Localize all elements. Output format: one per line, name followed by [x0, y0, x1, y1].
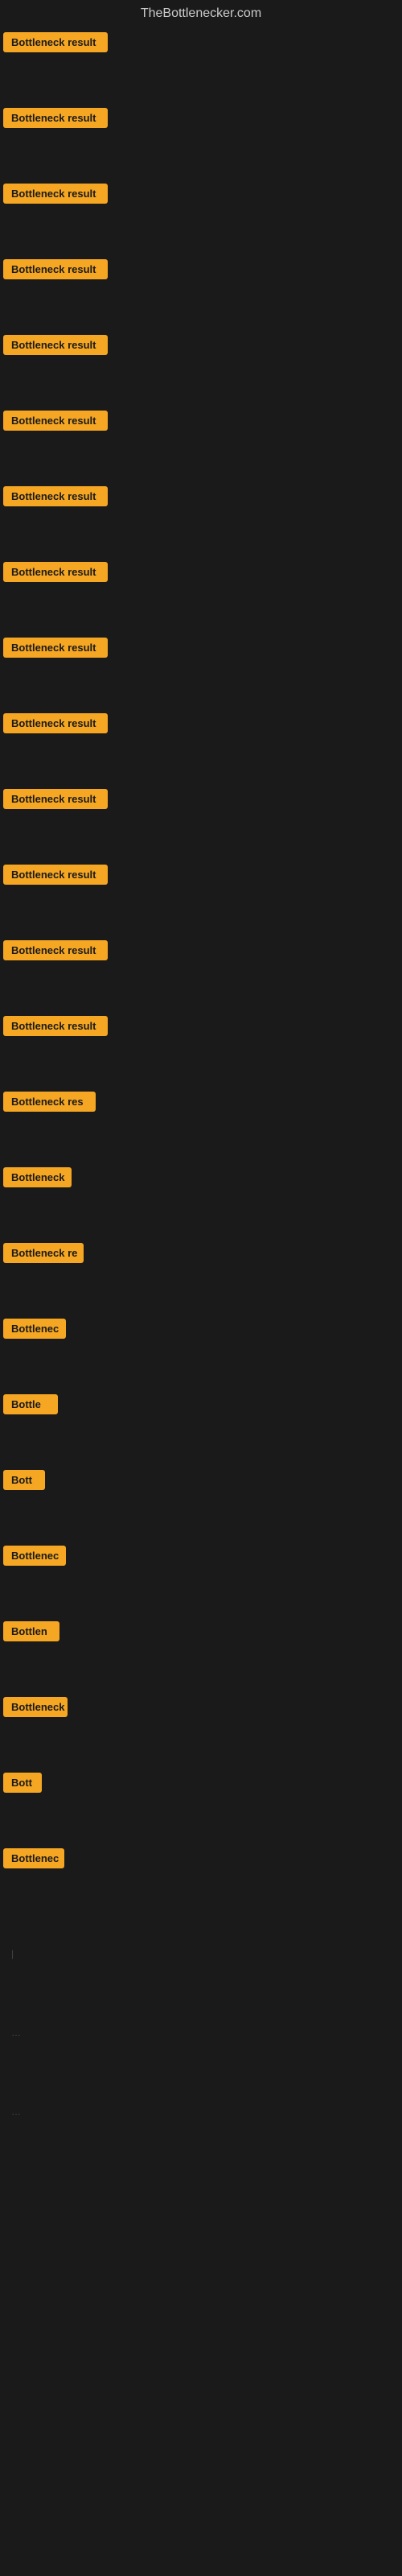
- bottleneck-item-9[interactable]: Bottleneck result: [3, 712, 399, 739]
- bottleneck-badge-18: Bottle: [3, 1394, 58, 1414]
- spacer-16: [3, 1275, 399, 1317]
- bottleneck-badge-6: Bottleneck result: [3, 486, 108, 506]
- bottleneck-badge-24: Bottlenec: [3, 1848, 64, 1868]
- small-indicator-1: |: [8, 1946, 394, 1961]
- small-indicator-3: …: [8, 2104, 394, 2119]
- spacer-17: [3, 1351, 399, 1393]
- bottleneck-badge-11: Bottleneck result: [3, 865, 108, 885]
- spacer-1: [3, 140, 399, 182]
- bottleneck-badge-10: Bottleneck result: [3, 789, 108, 809]
- bottleneck-item-7[interactable]: Bottleneck result: [3, 560, 399, 588]
- bottleneck-item-17[interactable]: Bottlenec: [3, 1317, 399, 1344]
- bottleneck-badge-2: Bottleneck result: [3, 184, 108, 204]
- bottleneck-item-20[interactable]: Bottlenec: [3, 1544, 399, 1571]
- spacer-24: [3, 1880, 399, 1922]
- bottleneck-item-11[interactable]: Bottleneck result: [3, 863, 399, 890]
- bottleneck-badge-13: Bottleneck result: [3, 1016, 108, 1036]
- bottleneck-badge-3: Bottleneck result: [3, 259, 108, 279]
- bottleneck-badge-8: Bottleneck result: [3, 638, 108, 658]
- bottleneck-item-24[interactable]: Bottlenec: [3, 1847, 399, 1874]
- page-container: TheBottlenecker.com Bottleneck resultBot…: [0, 0, 402, 2127]
- bottleneck-item-23[interactable]: Bott: [3, 1771, 399, 1798]
- bottleneck-badge-23: Bott: [3, 1773, 42, 1793]
- bottleneck-item-4[interactable]: Bottleneck result: [3, 333, 399, 361]
- bottleneck-badge-4: Bottleneck result: [3, 335, 108, 355]
- bottleneck-badge-7: Bottleneck result: [3, 562, 108, 582]
- bottleneck-badge-19: Bott: [3, 1470, 45, 1490]
- bottleneck-badge-15: Bottleneck: [3, 1167, 72, 1187]
- bottleneck-item-3[interactable]: Bottleneck result: [3, 258, 399, 285]
- spacer-5: [3, 443, 399, 485]
- bottleneck-item-2[interactable]: Bottleneck result: [3, 182, 399, 209]
- spacer-22: [3, 1729, 399, 1771]
- spacer-19: [3, 1502, 399, 1544]
- bottleneck-item-18[interactable]: Bottle: [3, 1393, 399, 1420]
- items-container: Bottleneck result Bottleneck result Bottle…: [0, 31, 402, 1922]
- bottleneck-item-10[interactable]: Bottleneck result: [3, 787, 399, 815]
- spacer-6: [3, 518, 399, 560]
- bottleneck-badge-12: Bottleneck result: [3, 940, 108, 960]
- bottleneck-badge-9: Bottleneck result: [3, 713, 108, 733]
- bottleneck-item-14[interactable]: Bottleneck res: [3, 1090, 399, 1117]
- bottleneck-item-1[interactable]: Bottleneck result: [3, 106, 399, 134]
- bottleneck-item-5[interactable]: Bottleneck result: [3, 409, 399, 436]
- site-title: TheBottlenecker.com: [0, 0, 402, 31]
- bottleneck-badge-22: Bottleneck: [3, 1697, 68, 1717]
- bottleneck-item-21[interactable]: Bottlen: [3, 1620, 399, 1647]
- spacer-4: [3, 367, 399, 409]
- spacer-15: [3, 1199, 399, 1241]
- bottleneck-item-13[interactable]: Bottleneck result: [3, 1014, 399, 1042]
- bottleneck-badge-1: Bottleneck result: [3, 108, 108, 128]
- spacer-3: [3, 291, 399, 333]
- bottleneck-badge-16: Bottleneck re: [3, 1243, 84, 1263]
- bottleneck-badge-21: Bottlen: [3, 1621, 59, 1641]
- spacer-7: [3, 594, 399, 636]
- spacer-18: [3, 1426, 399, 1468]
- spacer-10: [3, 821, 399, 863]
- spacer-20: [3, 1578, 399, 1620]
- spacer-12: [3, 972, 399, 1014]
- spacer-23: [3, 1805, 399, 1847]
- bottleneck-item-15[interactable]: Bottleneck: [3, 1166, 399, 1193]
- bottleneck-item-0[interactable]: Bottleneck result: [3, 31, 399, 58]
- bottleneck-badge-14: Bottleneck res: [3, 1092, 96, 1112]
- bottleneck-item-22[interactable]: Bottleneck: [3, 1695, 399, 1723]
- spacer-2: [3, 216, 399, 258]
- bottom-section: | … …: [0, 1938, 402, 2127]
- spacer-13: [3, 1048, 399, 1090]
- bottleneck-badge-5: Bottleneck result: [3, 411, 108, 431]
- spacer-14: [3, 1124, 399, 1166]
- small-indicator-2: …: [8, 2025, 394, 2040]
- bottleneck-item-6[interactable]: Bottleneck result: [3, 485, 399, 512]
- bottleneck-item-19[interactable]: Bott: [3, 1468, 399, 1496]
- bottleneck-badge-20: Bottlenec: [3, 1546, 66, 1566]
- spacer-8: [3, 670, 399, 712]
- spacer-11: [3, 897, 399, 939]
- bottleneck-badge-0: Bottleneck result: [3, 32, 108, 52]
- spacer-0: [3, 64, 399, 106]
- bottleneck-badge-17: Bottlenec: [3, 1319, 66, 1339]
- bottleneck-item-16[interactable]: Bottleneck re: [3, 1241, 399, 1269]
- bottleneck-item-12[interactable]: Bottleneck result: [3, 939, 399, 966]
- spacer-9: [3, 745, 399, 787]
- bottleneck-item-8[interactable]: Bottleneck result: [3, 636, 399, 663]
- spacer-21: [3, 1653, 399, 1695]
